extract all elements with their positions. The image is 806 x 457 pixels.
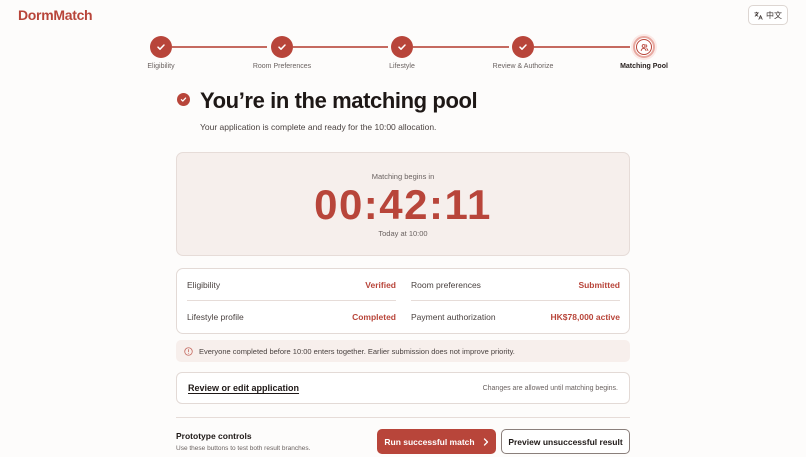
step-review-authorize-complete[interactable] bbox=[512, 36, 534, 58]
info-icon bbox=[184, 346, 193, 356]
step-lifestyle-complete[interactable] bbox=[391, 36, 413, 58]
step-eligibility-complete[interactable] bbox=[150, 36, 172, 58]
info-note-text: Everyone completed before 10:00 enters t… bbox=[199, 346, 515, 356]
status-label: Eligibility bbox=[187, 279, 221, 290]
review-edit-note: Changes are allowed until matching begin… bbox=[482, 384, 618, 392]
step-connector bbox=[534, 46, 630, 48]
preview-unsuccessful-result-button[interactable]: Preview unsuccessful result bbox=[501, 429, 630, 454]
step-matching-pool-current bbox=[633, 36, 655, 58]
button-label: Run successful match bbox=[384, 436, 475, 447]
application-status-card: Eligibility Verified Room preferences Su… bbox=[176, 268, 630, 334]
language-toggle-button[interactable]: 中文 bbox=[748, 5, 788, 25]
app-logo: DormMatch bbox=[18, 7, 93, 23]
step-connector bbox=[172, 46, 267, 48]
status-payment-authorization: Payment authorization HK$78,000 active bbox=[411, 301, 620, 332]
check-icon bbox=[157, 44, 165, 50]
step-connector bbox=[413, 46, 509, 48]
status-label: Lifestyle profile bbox=[187, 311, 244, 322]
step-label-eligibility: Eligibility bbox=[147, 63, 175, 70]
users-icon bbox=[640, 43, 648, 51]
status-value: HK$78,000 active bbox=[550, 311, 620, 322]
check-circle-icon bbox=[177, 93, 190, 106]
status-label: Room preferences bbox=[411, 279, 481, 290]
step-label-lifestyle: Lifestyle bbox=[389, 63, 415, 70]
status-label: Payment authorization bbox=[411, 311, 496, 322]
page-subtitle: Your application is complete and ready f… bbox=[200, 122, 437, 132]
review-edit-application-link[interactable]: Review or edit application bbox=[188, 383, 299, 393]
step-label-room-preferences: Room Preferences bbox=[252, 63, 312, 70]
check-icon bbox=[278, 44, 286, 50]
prototype-controls-subtitle: Use these buttons to test both result br… bbox=[176, 445, 311, 452]
language-label: 中文 bbox=[766, 10, 782, 20]
section-divider bbox=[176, 417, 630, 418]
countdown-label: Matching begins in bbox=[371, 172, 435, 181]
status-eligibility: Eligibility Verified bbox=[187, 269, 396, 301]
step-connector bbox=[293, 46, 388, 48]
review-application-card: Review or edit application Changes are a… bbox=[176, 372, 630, 404]
prototype-controls-title: Prototype controls bbox=[176, 431, 252, 441]
button-label: Preview unsuccessful result bbox=[508, 436, 623, 447]
step-room-preferences-complete[interactable] bbox=[271, 36, 293, 58]
check-icon bbox=[519, 44, 527, 50]
status-lifestyle-profile: Lifestyle profile Completed bbox=[187, 301, 396, 332]
translate-icon bbox=[754, 11, 763, 20]
status-value: Completed bbox=[352, 311, 396, 322]
countdown-panel: Matching begins in 00:42:11 Today at 10:… bbox=[176, 152, 630, 256]
page-title: You’re in the matching pool bbox=[200, 88, 478, 113]
status-value: Submitted bbox=[578, 279, 620, 290]
countdown-timer: 00:42:11 bbox=[314, 181, 492, 228]
step-label-matching-pool: Matching Pool bbox=[620, 63, 668, 70]
chevron-right-icon bbox=[483, 437, 488, 446]
step-label-review-authorize: Review & Authorize bbox=[492, 63, 554, 70]
status-value: Verified bbox=[365, 279, 396, 290]
run-successful-match-button[interactable]: Run successful match bbox=[377, 429, 496, 454]
check-icon bbox=[398, 44, 406, 50]
countdown-schedule: Today at 10:00 bbox=[378, 229, 428, 238]
priority-info-note: Everyone completed before 10:00 enters t… bbox=[176, 340, 630, 362]
status-room-preferences: Room preferences Submitted bbox=[411, 269, 620, 301]
